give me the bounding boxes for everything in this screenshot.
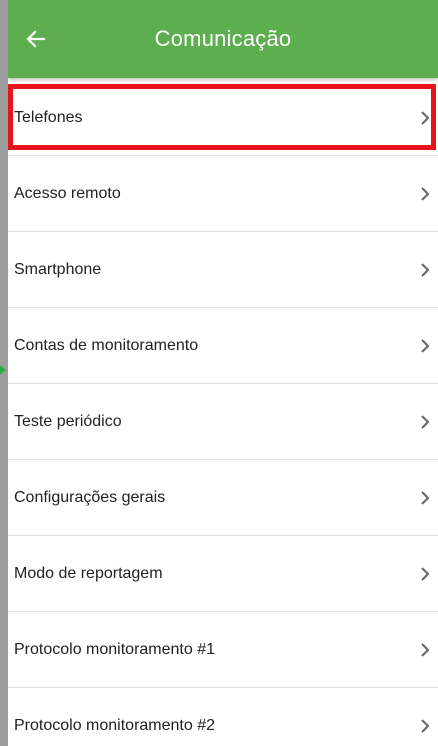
list-item-acesso-remoto[interactable]: Acesso remoto — [8, 156, 438, 232]
list-item-label: Contas de monitoramento — [14, 337, 199, 354]
settings-list: Telefones Acesso remoto Smartphone Conta… — [8, 80, 438, 746]
back-button[interactable] — [20, 23, 52, 55]
list-item-label: Configurações gerais — [14, 489, 166, 506]
list-item-label: Protocolo monitoramento #2 — [14, 717, 215, 734]
page-title: Comunicação — [154, 26, 292, 51]
app-screen: Comunicação Telefones Acesso remoto Smar… — [8, 0, 438, 746]
list-item-smartphone[interactable]: Smartphone — [8, 232, 438, 308]
chevron-right-icon — [421, 111, 430, 125]
chevron-right-icon — [421, 567, 430, 581]
list-item-label: Teste periódico — [14, 413, 122, 430]
chevron-right-icon — [421, 719, 430, 733]
chevron-right-icon — [421, 263, 430, 277]
chevron-right-icon — [421, 643, 430, 657]
list-item-label: Protocolo monitoramento #1 — [14, 641, 215, 658]
list-item-configuracoes-gerais[interactable]: Configurações gerais — [8, 460, 438, 536]
list-item-label: Telefones — [14, 109, 83, 126]
chevron-right-icon — [421, 339, 430, 353]
list-item-modo-de-reportagem[interactable]: Modo de reportagem — [8, 536, 438, 612]
list-item-protocolo-monitoramento-1[interactable]: Protocolo monitoramento #1 — [8, 612, 438, 688]
chevron-right-icon — [421, 491, 430, 505]
list-item-teste-periodico[interactable]: Teste periódico — [8, 384, 438, 460]
edge-marker — [0, 365, 6, 375]
list-item-telefones[interactable]: Telefones — [8, 80, 438, 156]
list-item-protocolo-monitoramento-2[interactable]: Protocolo monitoramento #2 — [8, 688, 438, 746]
app-bar: Comunicação — [8, 0, 438, 78]
list-item-label: Modo de reportagem — [14, 565, 163, 582]
list-item-label: Smartphone — [14, 261, 102, 278]
chevron-right-icon — [421, 187, 430, 201]
list-item-label: Acesso remoto — [14, 185, 121, 202]
chevron-right-icon — [421, 415, 430, 429]
list-item-contas-de-monitoramento[interactable]: Contas de monitoramento — [8, 308, 438, 384]
arrow-left-icon — [26, 30, 46, 48]
